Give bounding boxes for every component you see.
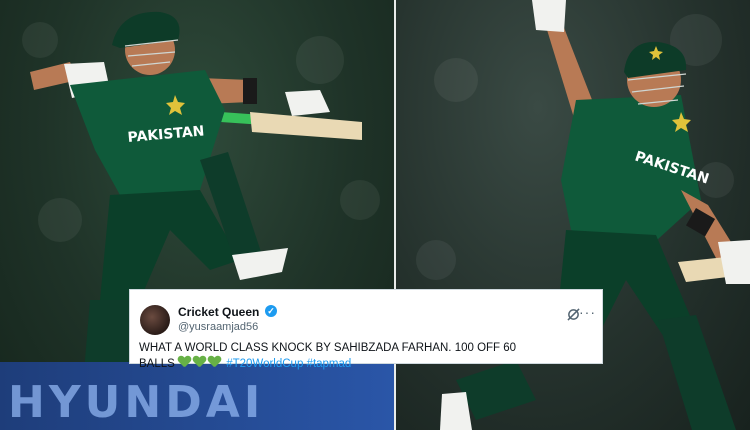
- user-avatar[interactable]: [140, 305, 170, 335]
- tweet-text-line1: WHAT A WORLD CLASS KNOCK BY SAHIBZADA FA…: [139, 342, 517, 354]
- more-options-icon[interactable]: ···: [579, 304, 596, 320]
- user-handle[interactable]: @yusraamjad56: [178, 321, 258, 333]
- display-name[interactable]: Cricket Queen: [178, 305, 259, 319]
- advertising-board: HYUNDAI: [0, 362, 394, 430]
- green-heart-icon: [193, 356, 206, 368]
- green-heart-icon: [208, 356, 221, 368]
- tweet-text: WHAT A WORLD CLASS KNOCK BY SAHIBZADA FA…: [139, 340, 594, 372]
- verified-badge-icon: ✓: [265, 305, 277, 317]
- tweet-card[interactable]: Cricket Queen ✓ @yusraamjad56 ··· WHAT A…: [129, 289, 603, 370]
- tweet-text-line2: BALLS: [139, 358, 175, 370]
- green-heart-icon: [178, 356, 191, 368]
- advertising-board-text: HYUNDAI: [8, 377, 265, 428]
- tweet-hashtags[interactable]: #T20WorldCup #tapmad: [226, 358, 351, 370]
